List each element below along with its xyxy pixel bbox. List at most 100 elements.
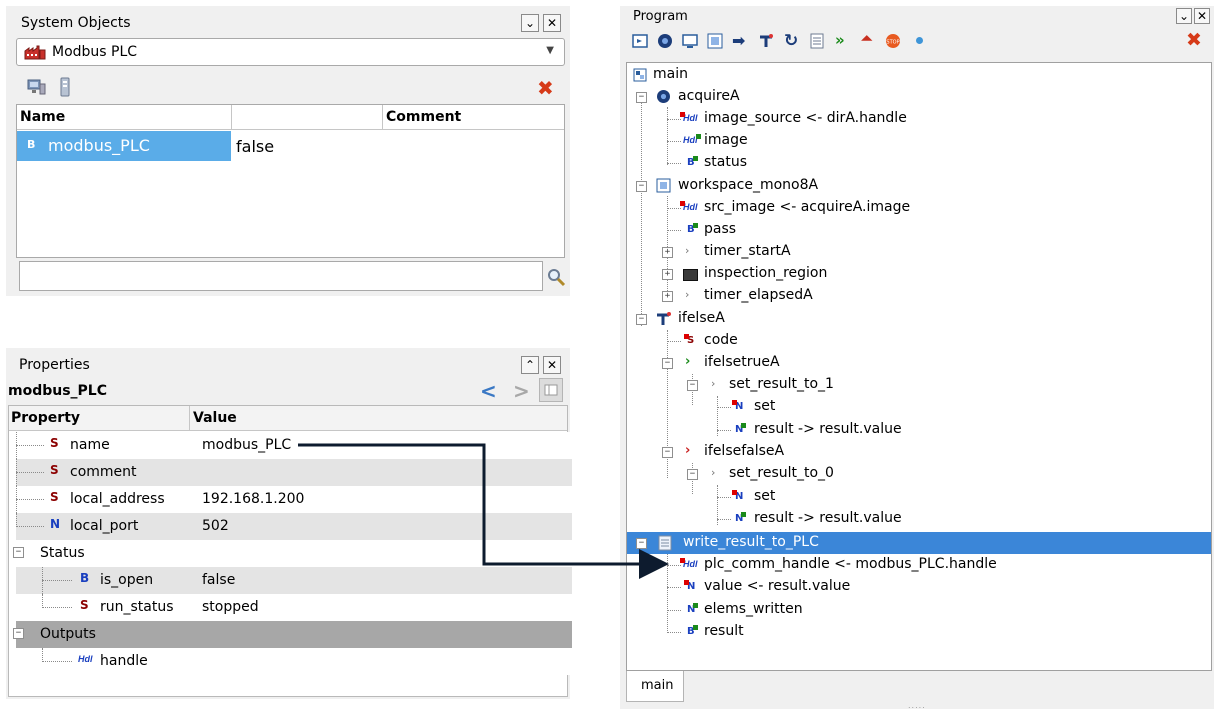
collapse-button[interactable]: ⌄ [1176, 8, 1192, 24]
tab-main[interactable]: main [626, 671, 684, 702]
collapse-button[interactable]: ⌃ [521, 356, 539, 374]
delete-icon[interactable]: ✖ [537, 76, 554, 100]
device-icon[interactable] [59, 77, 71, 97]
panel-layout-icon[interactable] [539, 378, 563, 402]
loop-icon[interactable]: ↻ [784, 31, 798, 51]
dot-icon[interactable] [916, 37, 923, 44]
collapse-icon[interactable]: − [13, 628, 24, 639]
collapse-icon[interactable]: − [687, 380, 698, 391]
tree-node-input[interactable]: Hdl src_image <- acquireA.image [627, 197, 1211, 219]
table-row[interactable]: N local_port 502 [16, 513, 572, 540]
close-button[interactable]: ✕ [543, 356, 561, 374]
collapse-icon[interactable]: − [662, 447, 673, 458]
property-value[interactable]: 192.168.1.200 [202, 491, 304, 507]
column-name-header[interactable]: Name [20, 109, 65, 125]
collapse-icon[interactable]: − [662, 358, 673, 369]
forward-arrow-icon[interactable]: > [513, 379, 530, 403]
table-row[interactable]: S run_status stopped [16, 594, 572, 621]
column-comment-header[interactable]: Comment [386, 109, 461, 125]
table-row[interactable]: S comment [16, 459, 572, 486]
tree-node-label: workspace_mono8A [678, 177, 819, 193]
property-value[interactable]: 502 [202, 518, 229, 534]
column-value-header[interactable]: Value [193, 410, 237, 426]
tree-node-input[interactable]: N set [627, 396, 1211, 418]
tree-node-main[interactable]: main [627, 64, 1211, 86]
tree-node-acquireA[interactable]: − acquireA [627, 86, 1211, 108]
table-row[interactable]: S name modbus_PLC [16, 432, 572, 459]
search-input[interactable] [19, 261, 543, 291]
string-type-icon: S [50, 490, 59, 504]
search-icon[interactable] [546, 267, 566, 287]
stop-icon[interactable]: STOP [885, 33, 901, 53]
close-button[interactable]: ✕ [543, 14, 561, 32]
tree-node-write-plc[interactable]: − write_result_to_PLC [627, 532, 1211, 554]
property-value[interactable]: modbus_PLC [202, 437, 291, 453]
row-name: modbus_PLC [48, 136, 150, 155]
tree-node-output[interactable]: B pass [627, 219, 1211, 241]
tree-node-label: elems_written [704, 601, 803, 617]
tree-node-branch-false[interactable]: − › ifelsefalseA [627, 441, 1211, 463]
tree-node-label: ifelsetrueA [704, 354, 780, 370]
tree-node-timer[interactable]: + › timer_elapsedA [627, 285, 1211, 307]
tree-node-output[interactable]: Hdl image [627, 130, 1211, 152]
document-icon[interactable] [810, 33, 824, 53]
back-arrow-icon[interactable]: < [480, 379, 497, 403]
arrow-right-icon[interactable]: ➡ [732, 31, 745, 50]
chevron-right-icon: › [685, 288, 690, 301]
tree-node-output[interactable]: B status [627, 152, 1211, 174]
display-icon[interactable] [682, 33, 698, 53]
number-input-icon: N [732, 489, 743, 504]
expand-icon[interactable]: + [662, 291, 673, 302]
network-computer-icon[interactable] [26, 78, 46, 96]
tree-node-label: result -> result.value [754, 510, 902, 526]
expand-icon[interactable]: + [662, 247, 673, 258]
tree-node-input[interactable]: Hdl image_source <- dirA.handle [627, 108, 1211, 130]
fast-forward-icon[interactable]: » [835, 31, 845, 49]
property-value[interactable]: stopped [202, 599, 259, 615]
column-property-header[interactable]: Property [11, 410, 80, 426]
tree-node-input[interactable]: S code [627, 330, 1211, 352]
collapse-icon[interactable]: − [13, 547, 24, 558]
table-row[interactable]: Hdl handle [16, 648, 572, 675]
step-icon[interactable] [632, 33, 648, 53]
bool-type-icon: B [80, 571, 90, 585]
collapse-button[interactable]: ⌄ [521, 14, 539, 32]
tree-node-region[interactable]: + inspection_region [627, 263, 1211, 285]
property-value[interactable]: false [202, 572, 235, 588]
tree-node-label: set [754, 398, 776, 414]
tree-node-timer[interactable]: + › timer_startA [627, 241, 1211, 263]
tree-node-ifelse[interactable]: − ifelseA [627, 308, 1211, 330]
chevron-right-icon: › [685, 443, 691, 458]
collapse-icon[interactable]: − [636, 538, 647, 549]
branch-icon[interactable] [758, 33, 774, 53]
tree-node-output[interactable]: B result [627, 621, 1211, 643]
collapse-icon[interactable]: − [636, 92, 647, 103]
tree-node-output[interactable]: N elems_written [627, 599, 1211, 621]
collapse-icon[interactable]: − [636, 181, 647, 192]
expand-icon[interactable]: + [662, 269, 673, 280]
close-button[interactable]: ✕ [1194, 8, 1210, 24]
tab-label: main [641, 678, 674, 693]
delete-icon[interactable]: ✖ [1186, 29, 1202, 51]
tree-node-output[interactable]: N result -> result.value [627, 419, 1211, 441]
table-row[interactable]: B is_open false [16, 567, 572, 594]
collapse-icon[interactable]: − [687, 469, 698, 480]
stop-chevron-icon[interactable]: ⏶ [861, 31, 872, 47]
table-row[interactable]: B modbus_PLC false [17, 131, 564, 161]
tree-node-input[interactable]: N value <- result.value [627, 576, 1211, 598]
collapse-icon[interactable]: − [636, 314, 647, 325]
tree-node-input[interactable]: N set [627, 486, 1211, 508]
status-group-row[interactable]: − Status [13, 540, 572, 567]
tree-node-output[interactable]: N result -> result.value [627, 508, 1211, 530]
acquire-icon[interactable] [657, 33, 673, 53]
property-name: is_open [100, 572, 154, 588]
object-type-dropdown[interactable]: Modbus PLC ▼ [16, 38, 565, 66]
tree-node-set[interactable]: − › set_result_to_1 [627, 374, 1211, 396]
workspace-icon[interactable] [707, 33, 723, 53]
tree-node-set[interactable]: − › set_result_to_0 [627, 463, 1211, 485]
tree-node-workspace[interactable]: − workspace_mono8A [627, 175, 1211, 197]
tree-node-branch-true[interactable]: − › ifelsetrueA [627, 352, 1211, 374]
table-row[interactable]: S local_address 192.168.1.200 [16, 486, 572, 513]
tree-node-input[interactable]: Hdl plc_comm_handle <- modbus_PLC.handle [627, 554, 1211, 576]
outputs-group-row[interactable]: − Outputs [13, 621, 572, 648]
